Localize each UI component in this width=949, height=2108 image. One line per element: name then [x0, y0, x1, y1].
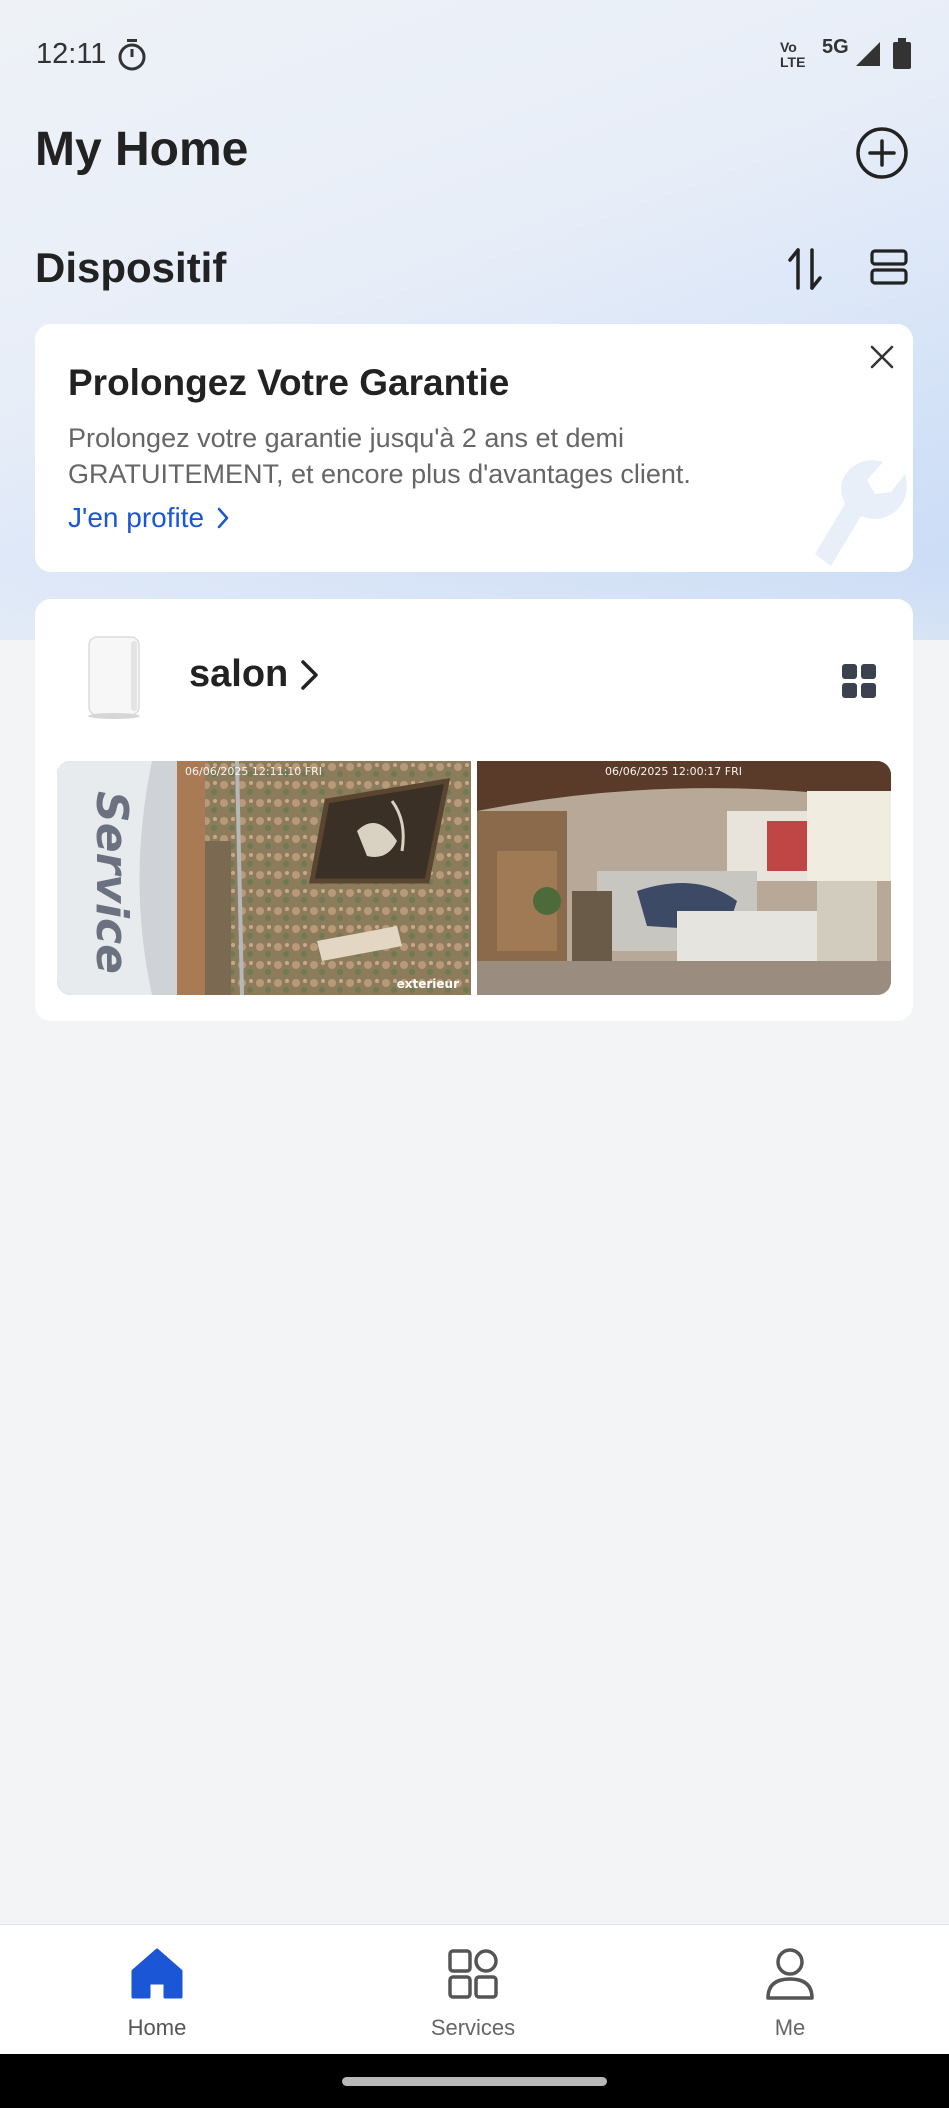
- signal-icon: [856, 42, 880, 66]
- camera-timestamp: 06/06/2025 12:11:10 FRI: [185, 765, 323, 778]
- camera-feed-exterieur[interactable]: Service 06/06/2025 12:11:10 FRI exterieu…: [57, 761, 471, 995]
- page-title: My Home: [35, 123, 249, 176]
- volte-indicator: Vo LTE: [780, 39, 806, 70]
- list-layout-button[interactable]: [870, 248, 908, 286]
- nav-services-label: Services: [430, 2015, 516, 2040]
- grid-view-icon[interactable]: [841, 663, 877, 699]
- timer-icon: [118, 39, 146, 71]
- gesture-home-handle[interactable]: [342, 2077, 607, 2086]
- nav-home[interactable]: Home: [57, 1925, 257, 2055]
- camera-name-label: exterieur: [396, 977, 459, 991]
- camera-snapshot-image: [477, 761, 891, 995]
- section-title: Dispositif: [35, 244, 227, 291]
- services-icon: [448, 1949, 498, 1999]
- status-bar: 12:11 Vo LTE 5G: [0, 0, 949, 110]
- promo-link[interactable]: J'en profite: [68, 502, 230, 534]
- home-icon: [131, 1948, 183, 1999]
- network-type: 5G: [822, 36, 849, 58]
- promo-link-label: J'en profite: [68, 502, 205, 533]
- battery-icon: [893, 38, 911, 69]
- device-card[interactable]: salon Service 06/06/2025 12:11:10 FRI ex…: [35, 599, 913, 1021]
- nav-me-label: Me: [774, 2015, 806, 2040]
- hub-device-image: [88, 636, 140, 719]
- device-name[interactable]: salon: [189, 653, 288, 696]
- promo-text: Prolongez votre garantie jusqu'à 2 ans e…: [68, 423, 691, 489]
- promo-title: Prolongez Votre Garantie: [68, 362, 510, 403]
- add-device-button[interactable]: [855, 126, 909, 180]
- warranty-promo-card[interactable]: Prolongez Votre Garantie Prolongez votre…: [35, 324, 913, 572]
- chevron-right-icon: [217, 507, 229, 529]
- camera-feed-2[interactable]: 06/06/2025 12:00:17 FRI: [477, 761, 891, 995]
- status-time: 12:11: [36, 38, 107, 70]
- camera-snapshot-image: Service: [57, 761, 471, 995]
- sort-button[interactable]: [786, 246, 824, 292]
- nav-me[interactable]: Me: [690, 1925, 890, 2055]
- svg-text:Service: Service: [86, 791, 137, 974]
- person-icon: [766, 1948, 814, 2000]
- camera-timestamp: 06/06/2025 12:00:17 FRI: [605, 765, 743, 778]
- close-icon[interactable]: [867, 342, 897, 372]
- chevron-right-icon[interactable]: [299, 659, 321, 691]
- bottom-navigation: Home Services Me: [0, 1924, 949, 2054]
- nav-home-label: Home: [127, 2015, 187, 2040]
- nav-services[interactable]: Services: [373, 1925, 573, 2055]
